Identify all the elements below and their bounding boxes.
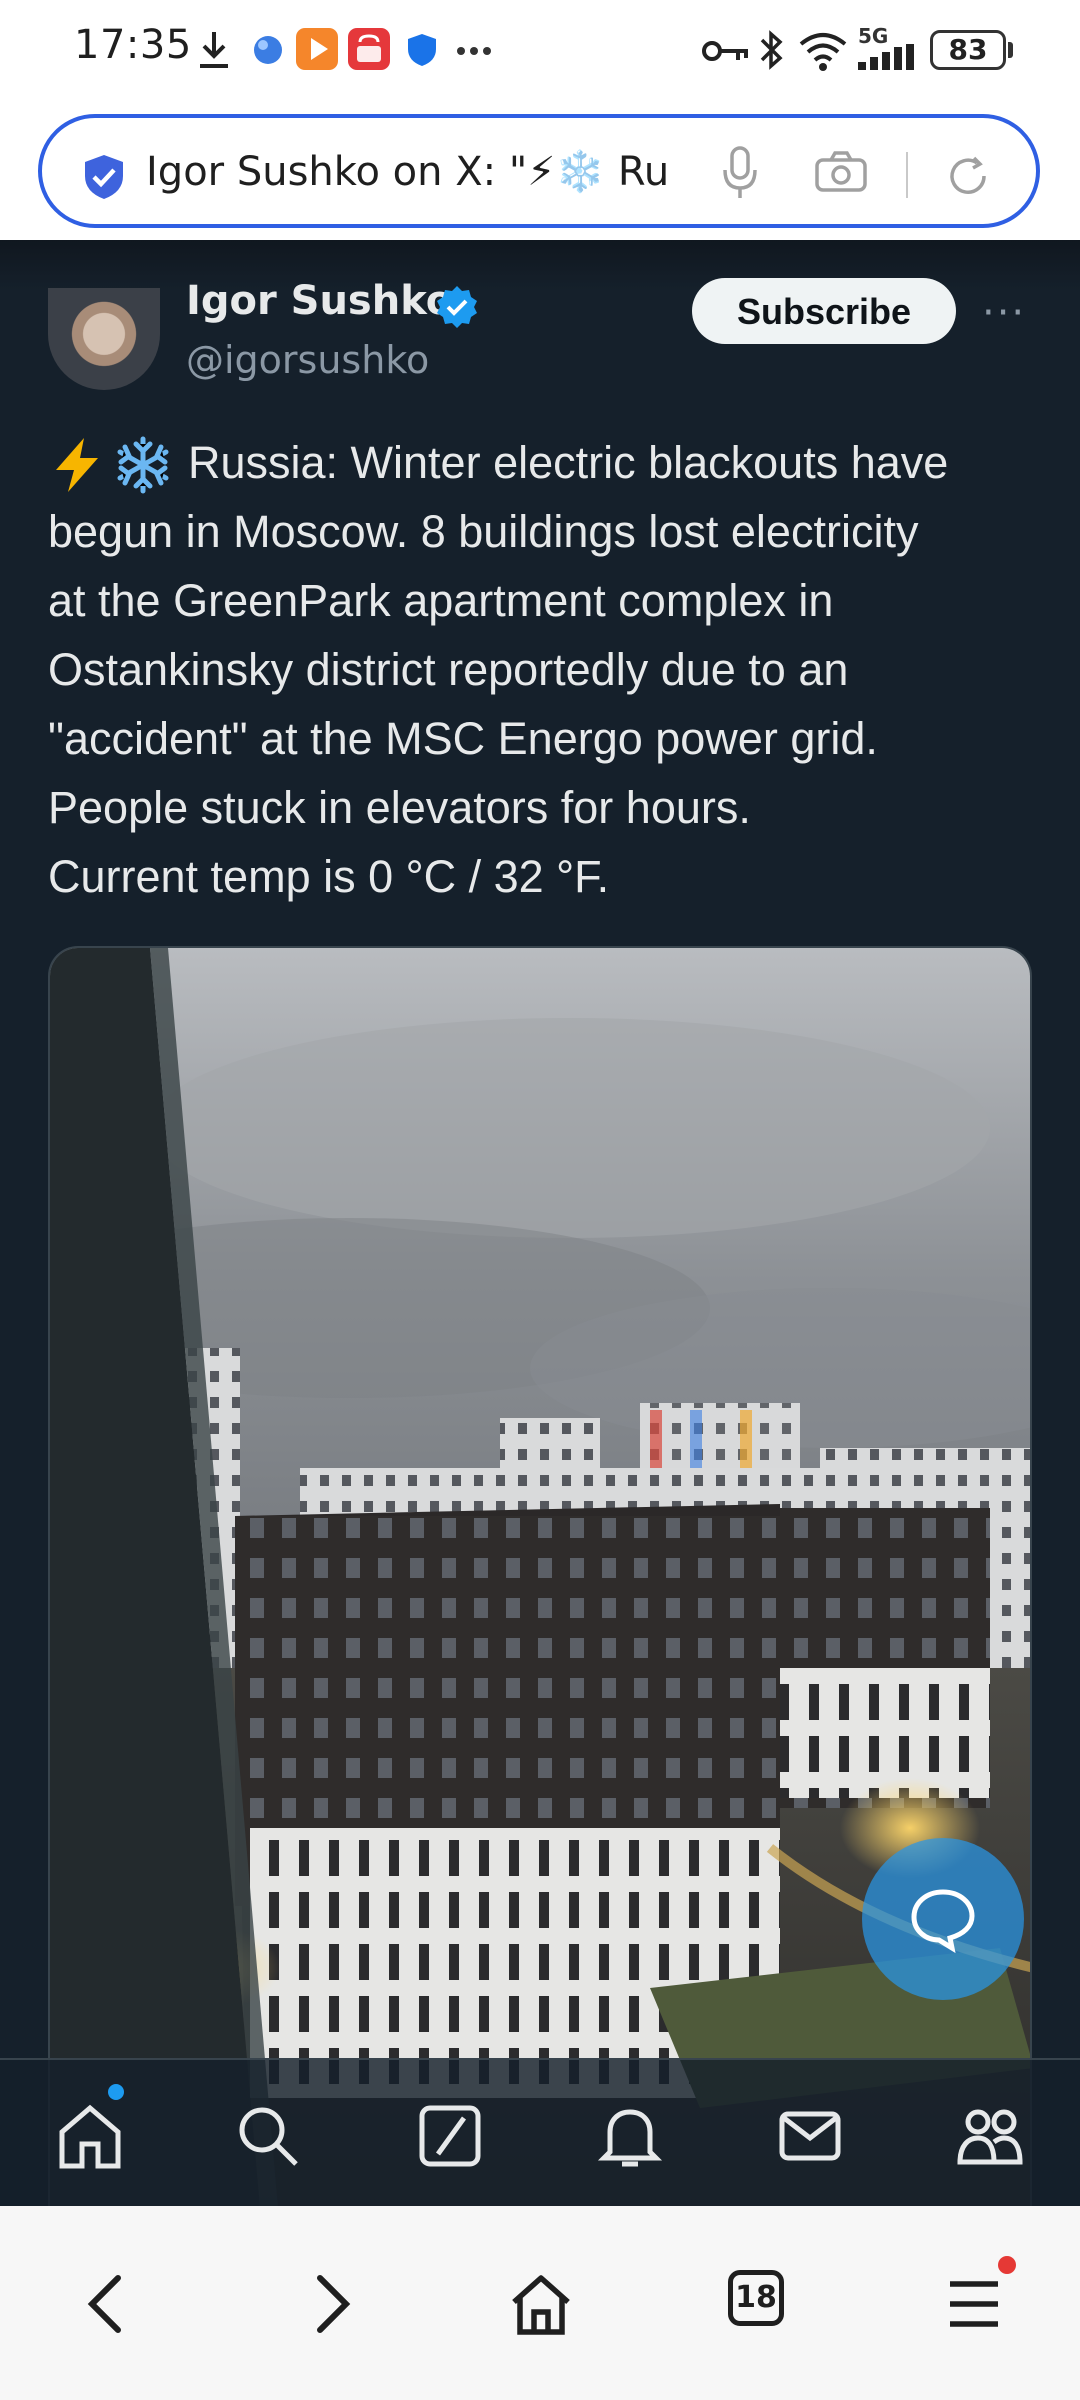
video-app-icon: [296, 28, 338, 70]
battery-indicator: 83: [930, 30, 1006, 70]
photo-image: [50, 948, 1030, 2206]
browser-menu-icon[interactable]: [946, 2278, 1002, 2330]
grok-icon[interactable]: [414, 2100, 486, 2172]
battery-tip: [1008, 42, 1013, 58]
huawei-app-icon: [348, 28, 390, 70]
tweet-photo[interactable]: [48, 946, 1032, 2206]
address-text[interactable]: Igor Sushko on X: "⚡❄️ Ru: [146, 148, 726, 198]
download-icon: [200, 32, 228, 68]
more-notifications-icon: [457, 47, 491, 55]
compose-icon: [911, 1889, 975, 1954]
notifications-icon[interactable]: [594, 2100, 666, 2172]
subscribe-button[interactable]: Subscribe: [692, 278, 956, 344]
x-bottom-nav: [0, 2058, 1080, 2208]
secure-shield-icon: [85, 155, 123, 199]
more-options-icon[interactable]: ···: [982, 290, 1026, 336]
browser-address-area: Igor Sushko on X: "⚡❄️ Ru: [0, 100, 1080, 240]
author-handle[interactable]: @igorsushko: [186, 338, 429, 382]
reload-icon[interactable]: [944, 152, 992, 200]
forward-icon[interactable]: [302, 2272, 358, 2336]
wifi-icon: [799, 33, 847, 71]
menu-notification-dot: [998, 2256, 1016, 2274]
signal-icon: [858, 44, 914, 70]
tweet-text: Russia: Winter electric blackouts have b…: [48, 428, 1038, 911]
compose-button[interactable]: [862, 1838, 1024, 2000]
shield-icon: [408, 34, 436, 66]
communities-icon[interactable]: [954, 2100, 1026, 2172]
address-divider: [906, 152, 908, 198]
camera-icon[interactable]: [814, 150, 868, 194]
address-bar[interactable]: Igor Sushko on X: "⚡❄️ Ru: [38, 114, 1040, 228]
bluetooth-icon: [760, 30, 783, 70]
verified-badge-icon: [437, 286, 477, 328]
microphone-icon[interactable]: [720, 144, 760, 202]
author-avatar[interactable]: [48, 288, 160, 390]
key-icon: [702, 41, 748, 61]
status-bar: 17:35 5G 83: [0, 0, 1080, 100]
home-notification-dot: [108, 2084, 124, 2100]
status-time: 17:35: [74, 22, 192, 68]
browser-bottom-bar: [0, 2206, 1080, 2400]
back-icon[interactable]: [80, 2272, 136, 2336]
tabs-count-button[interactable]: 18: [728, 2270, 784, 2326]
browser-home-icon[interactable]: [508, 2272, 574, 2338]
app-icon: [254, 36, 282, 64]
tweet-body: Russia: Winter electric blackouts have b…: [48, 437, 949, 902]
home-icon[interactable]: [54, 2100, 126, 2172]
search-icon[interactable]: [232, 2100, 304, 2172]
author-name[interactable]: Igor Sushko: [186, 278, 453, 324]
messages-icon[interactable]: [774, 2100, 846, 2172]
